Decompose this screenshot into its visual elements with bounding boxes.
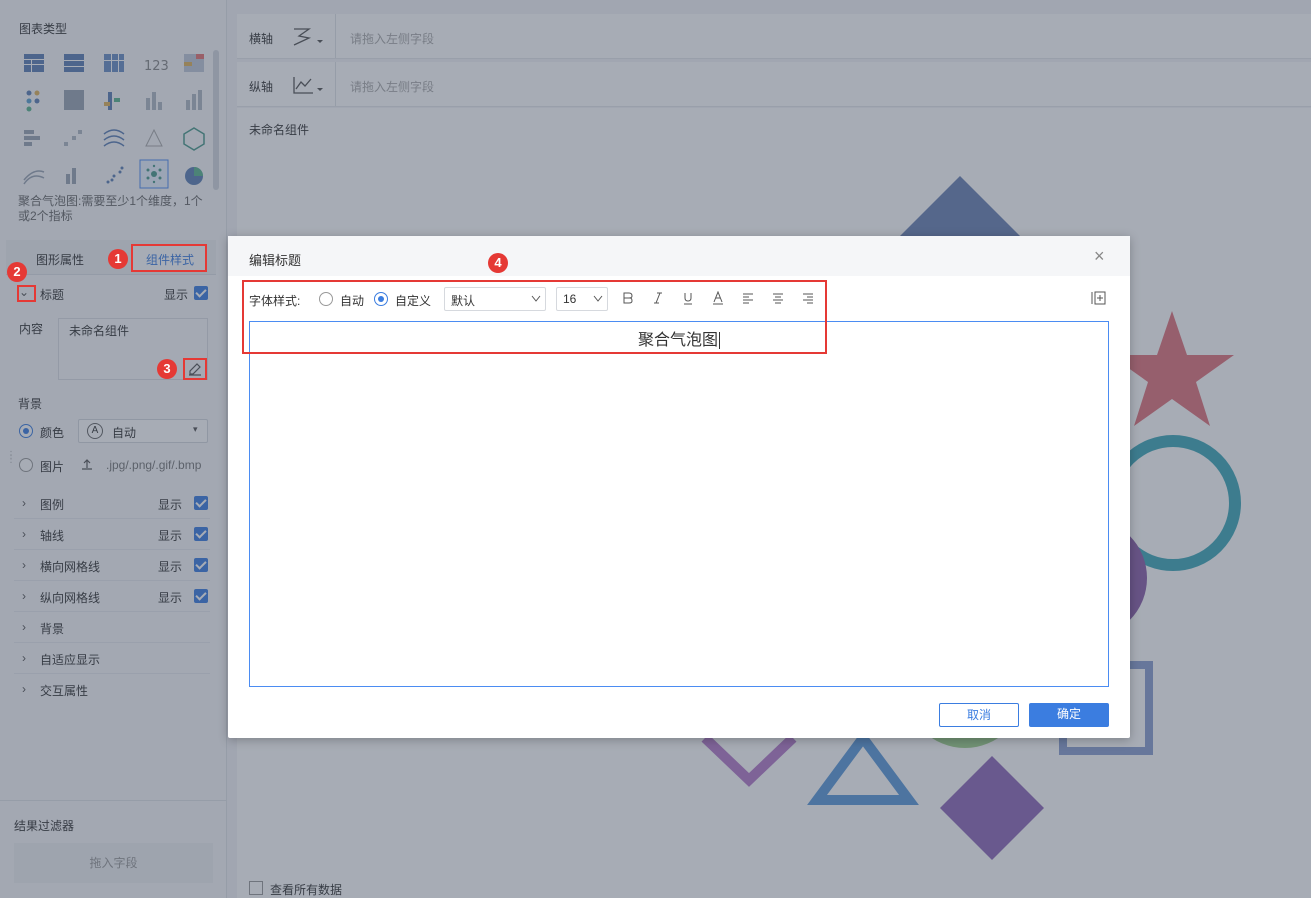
step-badge-1: 1 bbox=[108, 249, 128, 269]
highlight-box-chevron bbox=[17, 285, 36, 302]
dialog-header bbox=[228, 236, 1130, 276]
step-badge-3: 3 bbox=[157, 359, 177, 379]
highlight-box-edit bbox=[183, 358, 207, 380]
highlight-box-toolbar bbox=[242, 280, 827, 354]
cancel-button[interactable]: 取消 bbox=[939, 703, 1019, 727]
highlight-box-tab bbox=[131, 244, 207, 272]
insert-field-icon[interactable] bbox=[1091, 291, 1107, 305]
title-editor[interactable]: 聚合气泡图 bbox=[249, 321, 1109, 687]
dialog-title: 编辑标题 bbox=[249, 253, 302, 268]
step-badge-4: 4 bbox=[488, 253, 508, 273]
step-badge-2: 2 bbox=[7, 262, 27, 282]
close-icon[interactable]: × bbox=[1094, 246, 1105, 267]
ok-button[interactable]: 确定 bbox=[1029, 703, 1109, 727]
